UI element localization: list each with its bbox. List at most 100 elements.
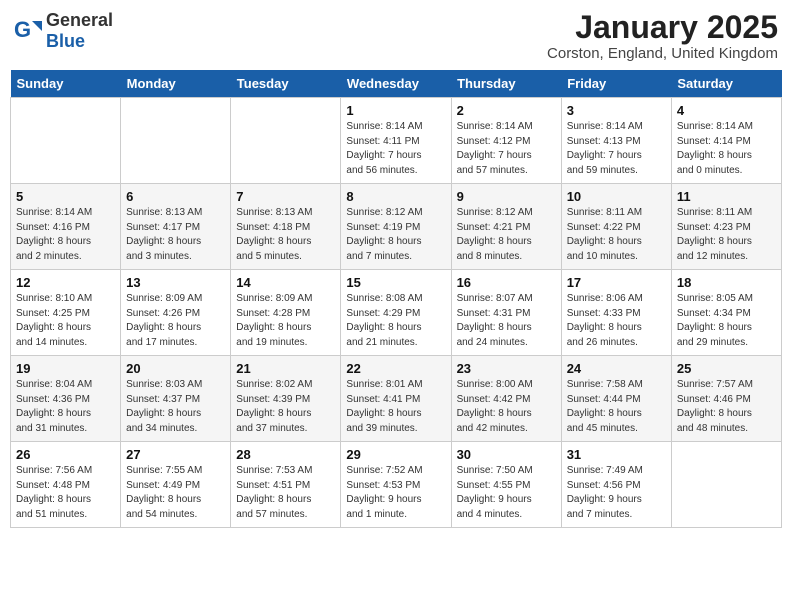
day-number: 17	[567, 275, 666, 290]
weekday-header: Tuesday	[231, 70, 341, 98]
logo-text: General Blue	[46, 10, 113, 52]
calendar-week-row: 5 Sunrise: 8:14 AM Sunset: 4:16 PM Daylig…	[11, 184, 782, 270]
calendar-week-row: 1 Sunrise: 8:14 AM Sunset: 4:11 PM Daylig…	[11, 98, 782, 184]
day-info: Sunrise: 7:50 AM Sunset: 4:55 PM Dayligh…	[457, 464, 556, 522]
calendar-cell: 17 Sunrise: 8:06 AM Sunset: 4:33 PM Dayli…	[561, 270, 671, 356]
day-number: 14	[236, 275, 335, 290]
day-number: 18	[677, 275, 776, 290]
calendar-cell	[231, 98, 341, 184]
day-info: Sunrise: 8:13 AM Sunset: 4:18 PM Dayligh…	[236, 206, 335, 264]
day-number: 25	[677, 361, 776, 376]
day-number: 13	[126, 275, 225, 290]
day-info: Sunrise: 8:05 AM Sunset: 4:34 PM Dayligh…	[677, 292, 776, 350]
calendar-table: SundayMondayTuesdayWednesdayThursdayFrid…	[10, 70, 782, 528]
day-info: Sunrise: 8:14 AM Sunset: 4:14 PM Dayligh…	[677, 120, 776, 178]
weekday-header: Friday	[561, 70, 671, 98]
day-info: Sunrise: 8:01 AM Sunset: 4:41 PM Dayligh…	[346, 378, 445, 436]
day-info: Sunrise: 8:07 AM Sunset: 4:31 PM Dayligh…	[457, 292, 556, 350]
calendar-week-row: 26 Sunrise: 7:56 AM Sunset: 4:48 PM Dayli…	[11, 442, 782, 528]
day-info: Sunrise: 7:55 AM Sunset: 4:49 PM Dayligh…	[126, 464, 225, 522]
calendar-week-row: 12Sunrise: 8:10 AM Sunset: 4:25 PM Dayli…	[11, 270, 782, 356]
day-number: 22	[346, 361, 445, 376]
day-info: Sunrise: 8:11 AM Sunset: 4:22 PM Dayligh…	[567, 206, 666, 264]
day-number: 16	[457, 275, 556, 290]
day-number: 20	[126, 361, 225, 376]
calendar-cell: 27Sunrise: 7:55 AM Sunset: 4:49 PM Dayli…	[121, 442, 231, 528]
calendar-cell: 23 Sunrise: 8:00 AM Sunset: 4:42 PM Dayli…	[451, 356, 561, 442]
title-block: January 2025 Corston, England, United Ki…	[547, 10, 778, 62]
day-info: Sunrise: 8:14 AM Sunset: 4:11 PM Dayligh…	[346, 120, 445, 178]
location: Corston, England, United Kingdom	[547, 45, 778, 62]
day-info: Sunrise: 7:49 AM Sunset: 4:56 PM Dayligh…	[567, 464, 666, 522]
weekday-header-row: SundayMondayTuesdayWednesdayThursdayFrid…	[11, 70, 782, 98]
calendar-cell: 24Sunrise: 7:58 AM Sunset: 4:44 PM Dayli…	[561, 356, 671, 442]
day-info: Sunrise: 8:02 AM Sunset: 4:39 PM Dayligh…	[236, 378, 335, 436]
page-header: G General Blue January 2025 Corston, Eng…	[10, 10, 782, 62]
day-info: Sunrise: 8:14 AM Sunset: 4:16 PM Dayligh…	[16, 206, 115, 264]
month-title: January 2025	[547, 10, 778, 45]
calendar-cell: 25Sunrise: 7:57 AM Sunset: 4:46 PM Dayli…	[671, 356, 781, 442]
calendar-cell: 1 Sunrise: 8:14 AM Sunset: 4:11 PM Daylig…	[341, 98, 451, 184]
day-info: Sunrise: 8:00 AM Sunset: 4:42 PM Dayligh…	[457, 378, 556, 436]
day-info: Sunrise: 8:08 AM Sunset: 4:29 PM Dayligh…	[346, 292, 445, 350]
day-number: 21	[236, 361, 335, 376]
day-number: 4	[677, 103, 776, 118]
calendar-cell: 10 Sunrise: 8:11 AM Sunset: 4:22 PM Dayli…	[561, 184, 671, 270]
day-info: Sunrise: 7:52 AM Sunset: 4:53 PM Dayligh…	[346, 464, 445, 522]
day-info: Sunrise: 7:56 AM Sunset: 4:48 PM Dayligh…	[16, 464, 115, 522]
calendar-cell: 31 Sunrise: 7:49 AM Sunset: 4:56 PM Dayli…	[561, 442, 671, 528]
day-number: 28	[236, 447, 335, 462]
day-info: Sunrise: 8:11 AM Sunset: 4:23 PM Dayligh…	[677, 206, 776, 264]
day-number: 9	[457, 189, 556, 204]
calendar-cell: 22 Sunrise: 8:01 AM Sunset: 4:41 PM Dayli…	[341, 356, 451, 442]
calendar-cell: 7 Sunrise: 8:13 AM Sunset: 4:18 PM Daylig…	[231, 184, 341, 270]
calendar-cell: 4 Sunrise: 8:14 AM Sunset: 4:14 PM Daylig…	[671, 98, 781, 184]
calendar-week-row: 19Sunrise: 8:04 AM Sunset: 4:36 PM Dayli…	[11, 356, 782, 442]
svg-text:G: G	[14, 17, 31, 42]
day-number: 6	[126, 189, 225, 204]
calendar-cell: 30 Sunrise: 7:50 AM Sunset: 4:55 PM Dayli…	[451, 442, 561, 528]
calendar-cell: 13 Sunrise: 8:09 AM Sunset: 4:26 PM Dayli…	[121, 270, 231, 356]
calendar-cell: 16 Sunrise: 8:07 AM Sunset: 4:31 PM Dayli…	[451, 270, 561, 356]
day-number: 11	[677, 189, 776, 204]
calendar-cell: 18 Sunrise: 8:05 AM Sunset: 4:34 PM Dayli…	[671, 270, 781, 356]
calendar-cell	[671, 442, 781, 528]
calendar-cell: 28 Sunrise: 7:53 AM Sunset: 4:51 PM Dayli…	[231, 442, 341, 528]
day-info: Sunrise: 8:09 AM Sunset: 4:26 PM Dayligh…	[126, 292, 225, 350]
day-number: 3	[567, 103, 666, 118]
day-info: Sunrise: 7:53 AM Sunset: 4:51 PM Dayligh…	[236, 464, 335, 522]
day-number: 30	[457, 447, 556, 462]
day-number: 24	[567, 361, 666, 376]
calendar-cell	[11, 98, 121, 184]
logo-icon: G	[14, 17, 42, 45]
calendar-cell: 26 Sunrise: 7:56 AM Sunset: 4:48 PM Dayli…	[11, 442, 121, 528]
logo: G General Blue	[14, 10, 113, 52]
calendar-cell: 12Sunrise: 8:10 AM Sunset: 4:25 PM Dayli…	[11, 270, 121, 356]
day-info: Sunrise: 8:10 AM Sunset: 4:25 PM Dayligh…	[16, 292, 115, 350]
day-info: Sunrise: 8:06 AM Sunset: 4:33 PM Dayligh…	[567, 292, 666, 350]
day-number: 19	[16, 361, 115, 376]
calendar-cell: 21 Sunrise: 8:02 AM Sunset: 4:39 PM Dayli…	[231, 356, 341, 442]
day-info: Sunrise: 8:12 AM Sunset: 4:19 PM Dayligh…	[346, 206, 445, 264]
calendar-cell: 11 Sunrise: 8:11 AM Sunset: 4:23 PM Dayli…	[671, 184, 781, 270]
day-number: 26	[16, 447, 115, 462]
calendar-cell: 5 Sunrise: 8:14 AM Sunset: 4:16 PM Daylig…	[11, 184, 121, 270]
day-number: 8	[346, 189, 445, 204]
calendar-cell: 2Sunrise: 8:14 AM Sunset: 4:12 PM Daylig…	[451, 98, 561, 184]
weekday-header: Saturday	[671, 70, 781, 98]
calendar-cell	[121, 98, 231, 184]
day-number: 1	[346, 103, 445, 118]
day-info: Sunrise: 8:03 AM Sunset: 4:37 PM Dayligh…	[126, 378, 225, 436]
weekday-header: Sunday	[11, 70, 121, 98]
day-number: 10	[567, 189, 666, 204]
day-number: 29	[346, 447, 445, 462]
calendar-cell: 29 Sunrise: 7:52 AM Sunset: 4:53 PM Dayli…	[341, 442, 451, 528]
weekday-header: Monday	[121, 70, 231, 98]
day-number: 23	[457, 361, 556, 376]
day-number: 15	[346, 275, 445, 290]
weekday-header: Thursday	[451, 70, 561, 98]
day-number: 31	[567, 447, 666, 462]
day-info: Sunrise: 8:14 AM Sunset: 4:12 PM Dayligh…	[457, 120, 556, 178]
day-number: 7	[236, 189, 335, 204]
day-number: 5	[16, 189, 115, 204]
